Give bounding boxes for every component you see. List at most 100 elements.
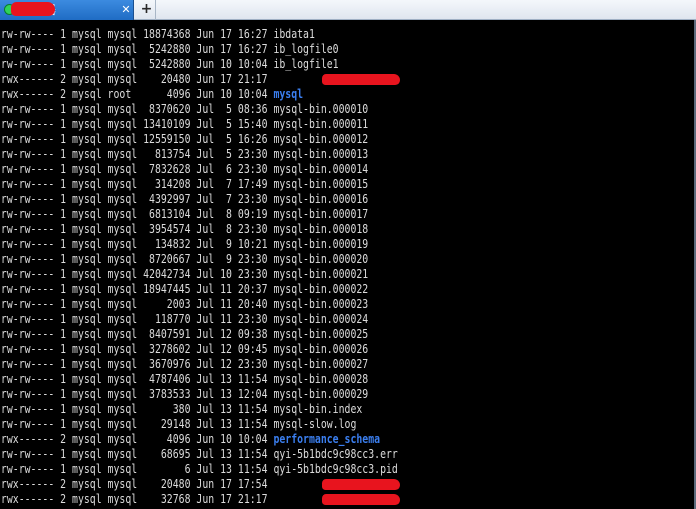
terminal-output[interactable]: -rw-rw---- 1 mysql mysql 18874368 Jun 17… bbox=[0, 27, 694, 509]
listing-line: -rw-rw---- 1 mysql mysql 2003 Jul 11 20:… bbox=[0, 297, 368, 312]
listing-metadata: -rw-rw---- 1 mysql mysql 68695 Jul 13 11… bbox=[0, 447, 274, 461]
file-name: mysql-bin.000025 bbox=[273, 327, 369, 341]
listing-line: -rw-rw---- 1 mysql mysql 5242880 Jun 17 … bbox=[0, 42, 339, 57]
listing-line: -rw-rw---- 1 mysql mysql 4392997 Jul 7 2… bbox=[0, 192, 368, 207]
tab-server-session[interactable]: 服务器 ✕ bbox=[0, 0, 134, 20]
listing-metadata: -rw-rw---- 1 mysql mysql 18874368 Jun 17… bbox=[0, 27, 274, 41]
listing-metadata: -rw-rw---- 1 mysql mysql 4787406 Jul 13 … bbox=[0, 372, 274, 386]
file-name: mysql-bin.000016 bbox=[273, 192, 369, 206]
listing-line: -rw-rw---- 1 mysql mysql 18874368 Jun 17… bbox=[0, 27, 315, 42]
listing-metadata: drwx------ 2 mysql mysql 20480 Jun 17 21… bbox=[0, 72, 274, 86]
listing-line: -rw-rw---- 1 mysql mysql 8370620 Jul 5 0… bbox=[0, 102, 368, 117]
listing-metadata: -rw-rw---- 1 mysql mysql 4392997 Jul 7 2… bbox=[0, 192, 274, 206]
listing-metadata: -rw-rw---- 1 mysql mysql 6 Jul 13 11:54 bbox=[0, 462, 274, 476]
listing-line: -rw-rw---- 1 mysql mysql 8407591 Jul 12 … bbox=[0, 327, 368, 342]
listing-line: -rw-rw---- 1 mysql mysql 3670976 Jul 12 … bbox=[0, 357, 368, 372]
listing-line: -rw-rw---- 1 mysql mysql 5242880 Jun 10 … bbox=[0, 57, 339, 72]
file-name: mysql-bin.000022 bbox=[273, 282, 369, 296]
listing-line: drwx------ 2 mysql root 4096 Jun 10 10:0… bbox=[0, 87, 303, 102]
file-name: ib_logfile1 bbox=[273, 57, 339, 71]
listing-line: drwx------ 2 mysql mysql 4096 Jun 10 10:… bbox=[0, 432, 380, 447]
file-name: qyi-5b1bdc9c98cc3.pid bbox=[273, 462, 398, 476]
listing-metadata: -rw-rw---- 1 mysql mysql 813754 Jul 5 23… bbox=[0, 147, 274, 161]
listing-metadata: -rw-rw---- 1 mysql mysql 13410109 Jul 5 … bbox=[0, 117, 274, 131]
listing-metadata: -rw-rw---- 1 mysql mysql 42042734 Jul 10… bbox=[0, 267, 274, 281]
listing-line: -rw-rw---- 1 mysql mysql 380 Jul 13 11:5… bbox=[0, 402, 362, 417]
file-name: ibdata1 bbox=[273, 27, 315, 41]
listing-metadata: -rw-rw---- 1 mysql mysql 18947445 Jul 11… bbox=[0, 282, 274, 296]
listing-metadata: drwx------ 2 mysql root 4096 Jun 10 10:0… bbox=[0, 87, 274, 101]
listing-line: -rw-rw---- 1 mysql mysql 118770 Jul 11 2… bbox=[0, 312, 368, 327]
redaction-mark bbox=[322, 74, 400, 85]
file-name: mysql-bin.000010 bbox=[273, 102, 369, 116]
listing-metadata: -rw-rw---- 1 mysql mysql 118770 Jul 11 2… bbox=[0, 312, 274, 326]
listing-metadata: drwx------ 2 mysql mysql 20480 Jun 17 17… bbox=[0, 477, 274, 491]
listing-line: drwx------ 2 mysql mysql 20480 Jun 17 21… bbox=[0, 72, 273, 87]
listing-line: drwx------ 2 mysql mysql 32768 Jun 17 21… bbox=[0, 492, 273, 507]
file-name: ib_logfile0 bbox=[273, 42, 339, 56]
listing-line: -rw-rw---- 1 mysql mysql 8720667 Jul 9 2… bbox=[0, 252, 368, 267]
file-name: mysql-bin.000024 bbox=[273, 312, 369, 326]
file-name: mysql-bin.000019 bbox=[273, 237, 369, 251]
listing-line: -rw-rw---- 1 mysql mysql 3954574 Jul 8 2… bbox=[0, 222, 368, 237]
ssh-client-window: 服务器 ✕ + -rw-rw---- 1 mysql mysql 1887436… bbox=[0, 0, 696, 509]
listing-metadata: -rw-rw---- 1 mysql mysql 6813104 Jul 8 0… bbox=[0, 207, 274, 221]
redaction-mark bbox=[11, 2, 55, 16]
file-name: mysql-bin.000028 bbox=[273, 372, 369, 386]
listing-line: -rw-rw---- 1 mysql mysql 813754 Jul 5 23… bbox=[0, 147, 368, 162]
file-name: mysql-bin.000015 bbox=[273, 177, 369, 191]
file-name: mysql-bin.000026 bbox=[273, 342, 369, 356]
file-name: mysql-bin.index bbox=[273, 402, 363, 416]
file-name: mysql-slow.log bbox=[273, 417, 357, 431]
file-name: mysql-bin.000021 bbox=[273, 267, 369, 281]
tab-bar: 服务器 ✕ + bbox=[0, 0, 696, 20]
listing-metadata: -rw-rw---- 1 mysql mysql 8407591 Jul 12 … bbox=[0, 327, 274, 341]
listing-line: -rw-rw---- 1 mysql mysql 3278602 Jul 12 … bbox=[0, 342, 368, 357]
listing-line: -rw-rw---- 1 mysql mysql 314208 Jul 7 17… bbox=[0, 177, 368, 192]
file-name: mysql-bin.000017 bbox=[273, 207, 369, 221]
listing-line: -rw-rw---- 1 mysql mysql 13410109 Jul 5 … bbox=[0, 117, 368, 132]
listing-line: -rw-rw---- 1 mysql mysql 12559150 Jul 5 … bbox=[0, 132, 368, 147]
listing-line: -rw-rw---- 1 mysql mysql 6 Jul 13 11:54 … bbox=[0, 462, 398, 477]
close-icon[interactable]: ✕ bbox=[120, 2, 132, 17]
listing-line: -rw-rw---- 1 mysql mysql 6813104 Jul 8 0… bbox=[0, 207, 368, 222]
listing-metadata: -rw-rw---- 1 mysql mysql 2003 Jul 11 20:… bbox=[0, 297, 274, 311]
listing-metadata: -rw-rw---- 1 mysql mysql 7832628 Jul 6 2… bbox=[0, 162, 274, 176]
redaction-mark bbox=[322, 494, 400, 505]
new-tab-button[interactable]: + bbox=[138, 0, 156, 20]
file-name: mysql-bin.000018 bbox=[273, 222, 369, 236]
listing-metadata: -rw-rw---- 1 mysql mysql 314208 Jul 7 17… bbox=[0, 177, 274, 191]
listing-line: -rw-rw---- 1 mysql mysql 42042734 Jul 10… bbox=[0, 267, 368, 282]
listing-metadata: -rw-rw---- 1 mysql mysql 3783533 Jul 13 … bbox=[0, 387, 274, 401]
listing-metadata: -rw-rw---- 1 mysql mysql 8720667 Jul 9 2… bbox=[0, 252, 274, 266]
listing-metadata: -rw-rw---- 1 mysql mysql 5242880 Jun 10 … bbox=[0, 57, 274, 71]
listing-metadata: -rw-rw---- 1 mysql mysql 380 Jul 13 11:5… bbox=[0, 402, 274, 416]
listing-line: -rw-rw---- 1 mysql mysql 7832628 Jul 6 2… bbox=[0, 162, 368, 177]
listing-line: drwx------ 2 mysql mysql 20480 Jun 17 17… bbox=[0, 477, 273, 492]
listing-metadata: drwx------ 2 mysql mysql 32768 Jun 17 21… bbox=[0, 492, 274, 506]
file-name: qyi-5b1bdc9c98cc3.err bbox=[273, 447, 398, 461]
listing-line: -rw-rw---- 1 mysql mysql 134832 Jul 9 10… bbox=[0, 237, 368, 252]
file-name: mysql-bin.000027 bbox=[273, 357, 369, 371]
listing-metadata: -rw-rw---- 1 mysql mysql 12559150 Jul 5 … bbox=[0, 132, 274, 146]
file-name: mysql-bin.000013 bbox=[273, 147, 369, 161]
listing-metadata: -rw-rw---- 1 mysql mysql 3954574 Jul 8 2… bbox=[0, 222, 274, 236]
listing-metadata: -rw-rw---- 1 mysql mysql 5242880 Jun 17 … bbox=[0, 42, 274, 56]
file-name: mysql-bin.000014 bbox=[273, 162, 369, 176]
listing-metadata: -rw-rw---- 1 mysql mysql 3670976 Jul 12 … bbox=[0, 357, 274, 371]
listing-line: -rw-rw---- 1 mysql mysql 29148 Jul 13 11… bbox=[0, 417, 356, 432]
redaction-mark bbox=[322, 479, 400, 490]
listing-metadata: -rw-rw---- 1 mysql mysql 3278602 Jul 12 … bbox=[0, 342, 274, 356]
listing-metadata: -rw-rw---- 1 mysql mysql 134832 Jul 9 10… bbox=[0, 237, 274, 251]
listing-metadata: drwx------ 2 mysql mysql 4096 Jun 10 10:… bbox=[0, 432, 274, 446]
listing-line: -rw-rw---- 1 mysql mysql 18947445 Jul 11… bbox=[0, 282, 368, 297]
listing-line: -rw-rw---- 1 mysql mysql 3783533 Jul 13 … bbox=[0, 387, 368, 402]
listing-metadata: -rw-rw---- 1 mysql mysql 8370620 Jul 5 0… bbox=[0, 102, 274, 116]
file-name: mysql-bin.000023 bbox=[273, 297, 369, 311]
listing-metadata: -rw-rw---- 1 mysql mysql 29148 Jul 13 11… bbox=[0, 417, 274, 431]
file-name: mysql-bin.000020 bbox=[273, 252, 369, 266]
listing-line: -rw-rw---- 1 mysql mysql 4787406 Jul 13 … bbox=[0, 372, 368, 387]
file-name: mysql-bin.000029 bbox=[273, 387, 369, 401]
directory-name: mysql bbox=[273, 87, 304, 101]
listing-line: -rw-rw---- 1 mysql mysql 68695 Jul 13 11… bbox=[0, 447, 398, 462]
